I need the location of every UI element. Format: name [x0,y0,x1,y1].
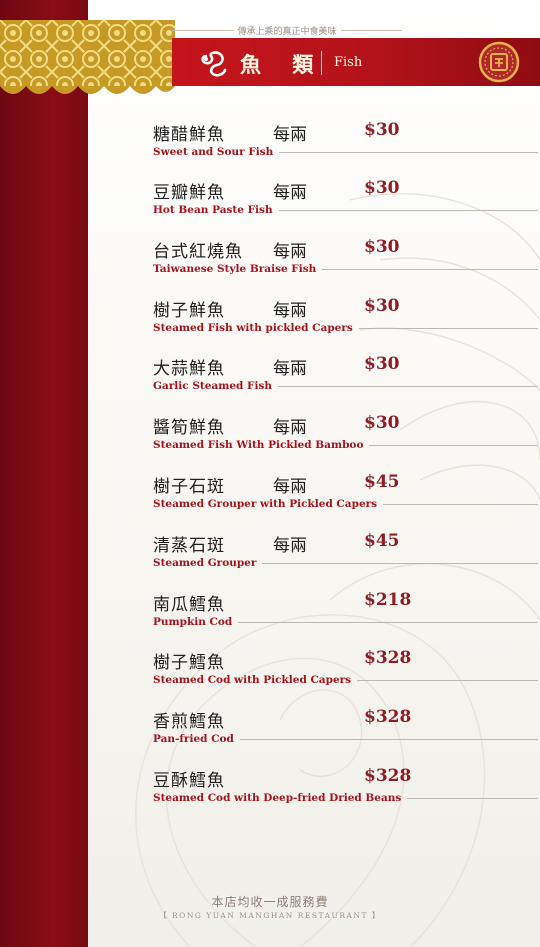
cloud-swirl-logo-icon [201,51,227,77]
category-title-zh: 魚 類 [240,52,326,77]
dish-price: $30 [364,354,400,374]
leader-rule [383,503,538,505]
dish-price: $30 [364,296,400,316]
menu-item: 豆瓣鮮魚 每兩 $30 Hot Bean Paste Fish [153,178,538,222]
dish-english-row: Taiwanese Style Braise Fish [153,263,538,275]
dish-name-zh: 南瓜鱈魚 [153,595,225,615]
dish-price: $45 [364,531,400,551]
dish-name-zh: 豆瓣鮮魚 [153,183,225,203]
dish-english-row: Steamed Fish with pickled Capers [153,322,538,334]
gold-lattice-pattern [0,20,175,94]
leader-rule [278,209,538,211]
menu-item: 南瓜鱈魚 $218 Pumpkin Cod [153,590,538,634]
dish-english-row: Sweet and Sour Fish [153,146,538,158]
price-unit: 每兩 [273,183,307,203]
dish-name-en: Steamed Grouper with Pickled Capers [153,498,378,510]
dish-price: $30 [364,120,400,140]
dish-name-zh: 清蒸石斑 [153,536,225,556]
dish-name-zh: 香煎鱈魚 [153,712,225,732]
dish-english-row: Pan-fried Cod [153,733,538,745]
leader-rule [262,562,538,564]
dish-name-en: Pan-fried Cod [153,733,234,745]
tagline: 傳承上乘的真正中食美味 [172,22,403,38]
tagline-rule-left [172,29,234,31]
menu-item: 糖醋鮮魚 每兩 $30 Sweet and Sour Fish [153,120,538,164]
menu-item: 香煎鱈魚 $328 Pan-fried Cod [153,707,538,751]
leader-rule [278,385,538,387]
leader-rule [279,151,538,153]
leader-rule [238,621,538,623]
dish-price: $30 [364,413,400,433]
dish-name-en: Garlic Steamed Fish [153,380,273,392]
category-title-en: Fish [334,55,363,70]
dish-name-zh: 台式紅燒魚 [153,242,243,262]
dish-price: $328 [364,707,412,727]
leader-rule [239,738,538,740]
dish-price: $30 [364,237,400,257]
menu-item: 樹子鱈魚 $328 Steamed Cod with Pickled Capers [153,648,538,692]
menu-item: 大蒜鮮魚 每兩 $30 Garlic Steamed Fish [153,354,538,398]
title-divider [321,51,322,75]
dish-name-en: Sweet and Sour Fish [153,146,274,158]
tagline-rule-right [340,29,403,31]
dish-name-zh: 樹子鱈魚 [153,653,225,673]
dish-name-zh: 樹子石斑 [153,477,225,497]
menu-item: 樹子石斑 每兩 $45 Steamed Grouper with Pickled Ca… [153,472,538,516]
menu-item: 樹子鮮魚 每兩 $30 Steamed Fish with pickled Caper… [153,296,538,340]
dish-name-en: Pumpkin Cod [153,616,233,628]
dish-english-row: Steamed Grouper with Pickled Capers [153,498,538,510]
dish-english-row: Steamed Cod with Deep-fried Dried Beans [153,792,538,804]
dish-name-en: Steamed Cod with Pickled Capers [153,674,352,686]
round-seal-emblem-icon [478,41,520,83]
price-unit: 每兩 [273,359,307,379]
leader-rule [357,679,538,681]
menu-item: 醬筍鮮魚 每兩 $30 Steamed Fish With Pickled Bambo… [153,413,538,457]
dish-name-en: Steamed Grouper [153,557,257,569]
price-unit: 每兩 [273,418,307,438]
dish-price: $328 [364,766,412,786]
leader-rule [407,797,538,799]
price-unit: 每兩 [273,477,307,497]
dish-name-en: Taiwanese Style Braise Fish [153,263,317,275]
leader-rule [369,444,538,446]
dish-name-zh: 糖醋鮮魚 [153,125,225,145]
dish-english-row: Steamed Fish With Pickled Bamboo [153,439,538,451]
dish-name-en: Hot Bean Paste Fish [153,204,273,216]
dish-english-row: Steamed Grouper [153,557,538,569]
left-red-band [0,0,88,947]
price-unit: 每兩 [273,301,307,321]
leader-rule [358,327,538,329]
leader-rule [322,268,538,270]
menu-item: 台式紅燒魚 每兩 $30 Taiwanese Style Braise Fish [153,237,538,281]
price-unit: 每兩 [273,125,307,145]
dish-english-row: Pumpkin Cod [153,616,538,628]
menu-item: 清蒸石斑 每兩 $45 Steamed Grouper [153,531,538,575]
price-unit: 每兩 [273,242,307,262]
dish-name-zh: 醬筍鮮魚 [153,418,225,438]
dish-name-en: Steamed Cod with Deep-fried Dried Beans [153,792,402,804]
dish-price: $218 [364,590,412,610]
menu-item: 豆酥鱈魚 $328 Steamed Cod with Deep-fried Drie… [153,766,538,810]
dish-english-row: Hot Bean Paste Fish [153,204,538,216]
dish-name-en: Steamed Fish With Pickled Bamboo [153,439,364,451]
dish-price: $30 [364,178,400,198]
dish-name-zh: 大蒜鮮魚 [153,359,225,379]
price-unit: 每兩 [273,536,307,556]
service-charge-note: 本店均收一成服務費 [211,895,329,909]
dish-name-zh: 豆酥鱈魚 [153,771,225,791]
dish-price: $45 [364,472,400,492]
restaurant-name: 【 RONG YUAN MANGHAN RESTAURANT 】 [159,911,381,920]
tagline-text: 傳承上乘的真正中食美味 [237,26,337,37]
dish-name-en: Steamed Fish with pickled Capers [153,322,353,334]
dish-english-row: Garlic Steamed Fish [153,380,538,392]
dish-english-row: Steamed Cod with Pickled Capers [153,674,538,686]
dish-price: $328 [364,648,412,668]
dish-name-zh: 樹子鮮魚 [153,301,225,321]
